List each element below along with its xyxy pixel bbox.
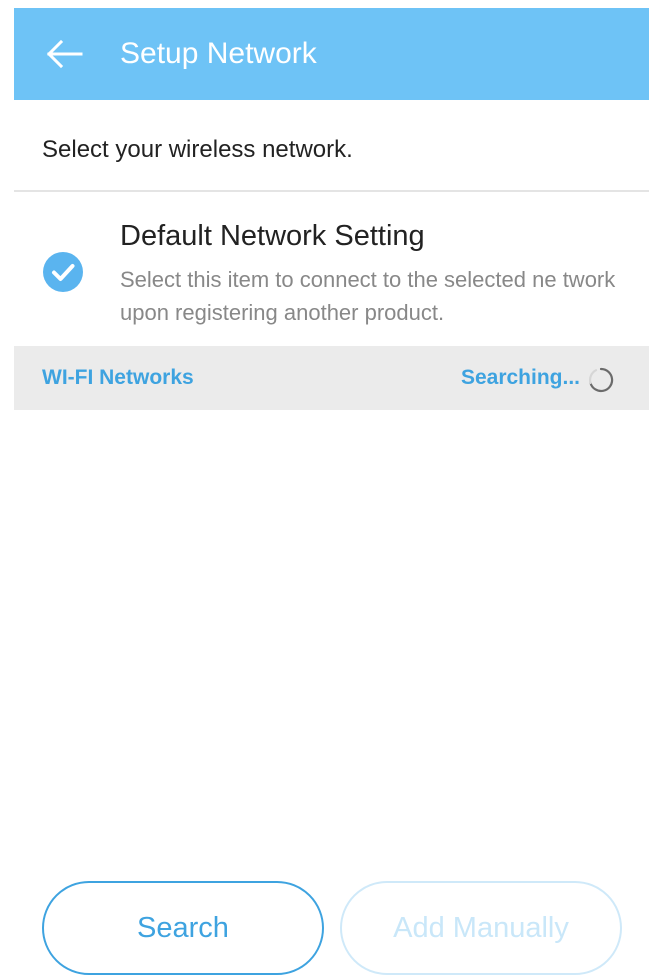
screen: Setup Network Select your wireless netwo… [14, 8, 649, 975]
check-circle-icon[interactable] [43, 252, 83, 292]
wifi-networks-header: WI-FI Networks Searching... [14, 346, 649, 410]
default-setting-description: Select this item to connect to the selec… [120, 267, 616, 325]
spinner-icon [588, 367, 614, 393]
arrow-left-icon [46, 39, 83, 69]
searching-label: Searching... [460, 366, 580, 389]
back-button[interactable] [42, 32, 86, 76]
default-setting-title: Default Network Setting [120, 220, 425, 252]
search-button[interactable]: Search [42, 881, 324, 975]
app-bar: Setup Network [14, 8, 649, 100]
add-manually-button[interactable]: Add Manually [340, 881, 622, 975]
page-title: Setup Network [120, 37, 317, 70]
instruction-text: Select your wireless network. [42, 136, 353, 163]
default-network-setting-item[interactable]: Default Network Setting Select this item… [14, 192, 649, 346]
wifi-networks-label: WI-FI Networks [42, 366, 194, 389]
search-status: Searching... [461, 363, 614, 393]
